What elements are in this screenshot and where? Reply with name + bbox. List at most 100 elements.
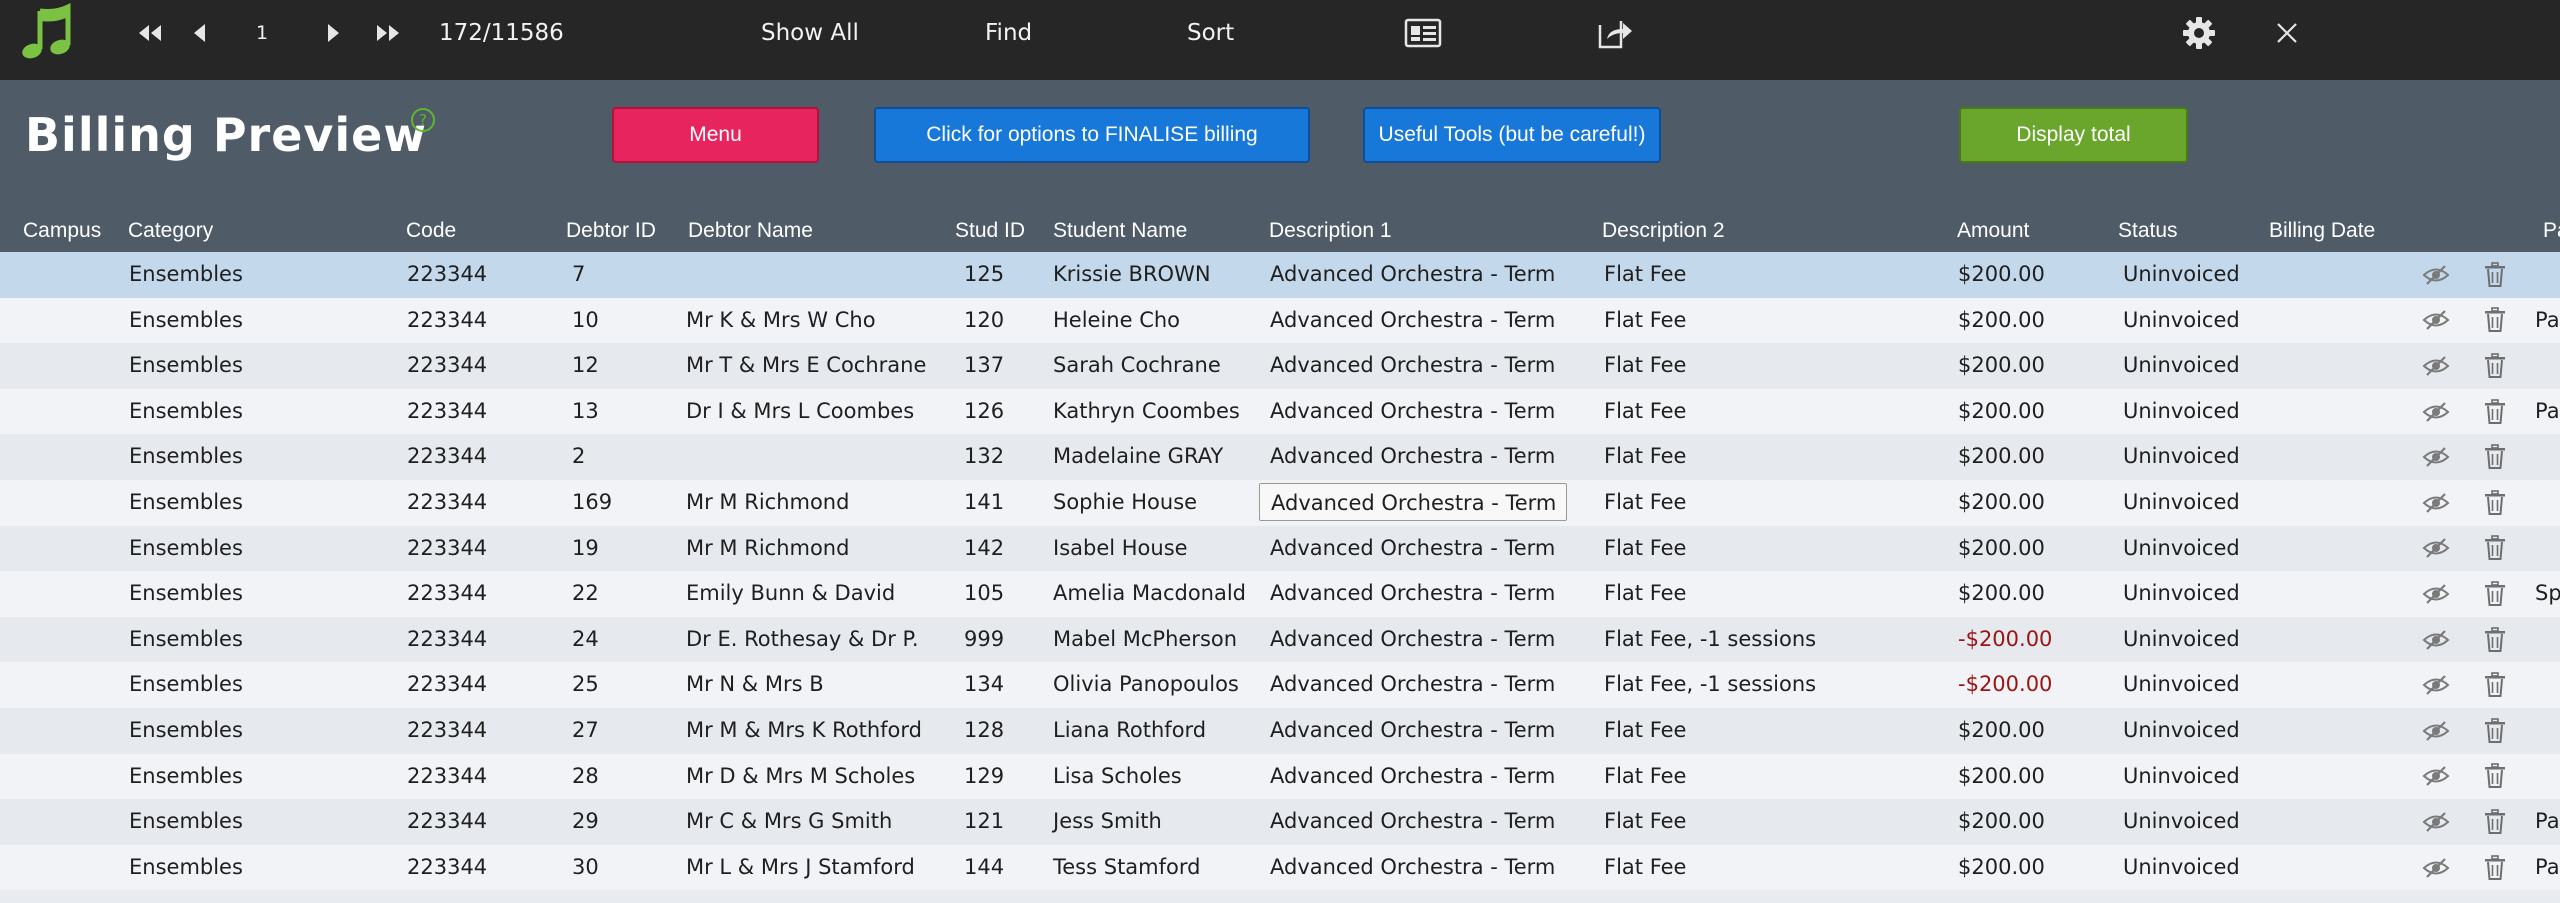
table-row[interactable]: Ensembles 223344 13 Dr I & Mrs L Coombes 126… xyxy=(0,388,2560,435)
extra-cell[interactable]: Pa xyxy=(2535,845,2560,891)
debtor-name-cell[interactable]: Mr L & Mrs J Stamford xyxy=(686,845,915,891)
previous-record-icon[interactable] xyxy=(192,0,208,66)
next-record-icon[interactable] xyxy=(325,0,341,66)
trash-icon[interactable] xyxy=(2484,389,2506,435)
status-cell[interactable]: Uninvoiced xyxy=(2123,617,2240,663)
debtor-id-cell[interactable]: 30 xyxy=(572,845,599,891)
description-1-cell[interactable]: Advanced Orchestra - Term xyxy=(1270,845,1555,891)
trash-icon[interactable] xyxy=(2484,708,2506,754)
eye-slash-icon[interactable] xyxy=(2422,571,2450,617)
stud-id-cell[interactable]: 134 xyxy=(964,662,1004,708)
category-cell[interactable]: Ensembles xyxy=(129,799,243,845)
debtor-name-cell[interactable]: Mr N & Mrs B xyxy=(686,662,824,708)
stud-id-cell[interactable]: 120 xyxy=(964,298,1004,344)
debtor-name-cell[interactable]: Mr M Richmond xyxy=(686,526,849,572)
amount-cell[interactable]: $200.00 xyxy=(1958,708,2045,754)
close-icon[interactable] xyxy=(2275,0,2299,66)
status-cell[interactable]: Uninvoiced xyxy=(2123,526,2240,572)
help-icon[interactable]: ? xyxy=(411,108,435,132)
description-2-cell[interactable]: Flat Fee xyxy=(1604,389,1686,435)
description-2-cell[interactable]: Flat Fee xyxy=(1604,754,1686,800)
trash-icon[interactable] xyxy=(2484,754,2506,800)
trash-icon[interactable] xyxy=(2484,617,2506,663)
table-row[interactable]: Ensembles 223344 7 125 Krissie BROWN Advanced… xyxy=(0,252,2560,298)
debtor-id-cell[interactable]: 28 xyxy=(572,754,599,800)
debtor-name-cell[interactable]: Emily Bunn & David xyxy=(686,571,895,617)
student-name-cell[interactable]: Tess Stamford xyxy=(1053,845,1200,891)
code-cell[interactable]: 223344 xyxy=(407,708,487,754)
table-row[interactable]: Ensembles 223344 24 Dr E. Rothesay & Dr P. 9… xyxy=(0,616,2560,663)
eye-slash-icon[interactable] xyxy=(2422,662,2450,708)
description-2-cell[interactable]: Flat Fee xyxy=(1604,298,1686,344)
eye-slash-icon[interactable] xyxy=(2422,845,2450,891)
description-2-cell[interactable]: Flat Fee, -1 sessions xyxy=(1604,617,1816,663)
amount-cell[interactable]: $200.00 xyxy=(1958,480,2045,526)
student-name-cell[interactable]: Lisa Scholes xyxy=(1053,754,1182,800)
description-1-cell[interactable]: Advanced Orchestra - Term xyxy=(1270,343,1555,389)
stud-id-cell[interactable]: 999 xyxy=(964,617,1004,663)
table-row[interactable]: Ensembles 223344 22 Emily Bunn & David 105 Am… xyxy=(0,571,2560,617)
last-record-icon[interactable] xyxy=(374,0,402,66)
status-cell[interactable]: Uninvoiced xyxy=(2123,708,2240,754)
trash-icon[interactable] xyxy=(2484,799,2506,845)
debtor-id-cell[interactable]: 10 xyxy=(572,298,599,344)
code-cell[interactable]: 223344 xyxy=(407,571,487,617)
amount-cell[interactable]: $200.00 xyxy=(1958,298,2045,344)
code-cell[interactable]: 223344 xyxy=(407,343,487,389)
category-cell[interactable]: Ensembles xyxy=(129,845,243,891)
debtor-name-cell[interactable]: Mr M & Mrs K Rothford xyxy=(686,708,922,754)
debtor-name-cell[interactable]: Mr M Richmond xyxy=(686,480,849,526)
status-cell[interactable]: Uninvoiced xyxy=(2123,298,2240,344)
column-header-description-2[interactable]: Description 2 xyxy=(1602,219,1725,243)
column-header-debtor-name[interactable]: Debtor Name xyxy=(688,219,813,243)
student-name-cell[interactable]: Amelia Macdonald xyxy=(1053,571,1246,617)
amount-cell[interactable]: $200.00 xyxy=(1958,754,2045,800)
status-cell[interactable]: Uninvoiced xyxy=(2123,480,2240,526)
code-cell[interactable]: 223344 xyxy=(407,389,487,435)
code-cell[interactable]: 223344 xyxy=(407,799,487,845)
display-total-button[interactable]: Display total xyxy=(1959,107,2188,163)
stud-id-cell[interactable]: 121 xyxy=(964,799,1004,845)
column-header-status[interactable]: Status xyxy=(2118,219,2178,243)
stud-id-cell[interactable]: 137 xyxy=(964,343,1004,389)
description-1-cell[interactable]: Advanced Orchestra - Term xyxy=(1270,526,1555,572)
stud-id-cell[interactable]: 142 xyxy=(964,526,1004,572)
finalise-billing-button[interactable]: Click for options to FINALISE billing xyxy=(874,107,1310,163)
view-layout-icon[interactable] xyxy=(1404,0,1442,66)
stud-id-cell[interactable]: 141 xyxy=(964,480,1004,526)
description-2-cell[interactable]: Flat Fee xyxy=(1604,480,1686,526)
eye-slash-icon[interactable] xyxy=(2422,343,2450,389)
amount-cell[interactable]: -$200.00 xyxy=(1958,617,2052,663)
status-cell[interactable]: Uninvoiced xyxy=(2123,754,2240,800)
status-cell[interactable]: Uninvoiced xyxy=(2123,434,2240,480)
column-header-category[interactable]: Category xyxy=(128,219,213,243)
useful-tools-button[interactable]: Useful Tools (but be careful!) xyxy=(1363,107,1661,163)
table-row[interactable]: Ensembles 223344 27 Mr M & Mrs K Rothford 12… xyxy=(0,707,2560,754)
category-cell[interactable]: Ensembles xyxy=(129,526,243,572)
description-2-cell[interactable]: Flat Fee xyxy=(1604,708,1686,754)
description-1-cell[interactable]: Advanced Orchestra - Term xyxy=(1270,708,1555,754)
eye-slash-icon[interactable] xyxy=(2422,480,2450,526)
eye-slash-icon[interactable] xyxy=(2422,434,2450,480)
debtor-id-cell[interactable]: 22 xyxy=(572,571,599,617)
code-cell[interactable]: 223344 xyxy=(407,754,487,800)
description-1-cell[interactable]: Advanced Orchestra - Term xyxy=(1270,754,1555,800)
code-cell[interactable]: 223344 xyxy=(407,252,487,298)
description-1-cell[interactable]: Advanced Orchestra - Term xyxy=(1270,298,1555,344)
debtor-id-cell[interactable]: 29 xyxy=(572,799,599,845)
find-button[interactable]: Find xyxy=(985,0,1032,66)
stud-id-cell[interactable]: 105 xyxy=(964,571,1004,617)
description-2-cell[interactable]: Flat Fee, -1 sessions xyxy=(1604,662,1816,708)
column-header-billing-date[interactable]: Billing Date xyxy=(2269,219,2375,243)
table-row[interactable]: Ensembles 223344 2 132 Madelaine GRAY Advance… xyxy=(0,434,2560,480)
debtor-id-cell[interactable]: 2 xyxy=(572,434,585,480)
student-name-cell[interactable]: Mabel McPherson xyxy=(1053,617,1237,663)
description-1-cell[interactable]: Advanced Orchestra - Term xyxy=(1270,799,1555,845)
description-2-cell[interactable]: Flat Fee xyxy=(1604,571,1686,617)
status-cell[interactable]: Uninvoiced xyxy=(2123,799,2240,845)
eye-slash-icon[interactable] xyxy=(2422,617,2450,663)
category-cell[interactable]: Ensembles xyxy=(129,389,243,435)
code-cell[interactable]: 223344 xyxy=(407,298,487,344)
column-header-student-name[interactable]: Student Name xyxy=(1053,219,1187,243)
student-name-cell[interactable]: Olivia Panopoulos xyxy=(1053,662,1239,708)
